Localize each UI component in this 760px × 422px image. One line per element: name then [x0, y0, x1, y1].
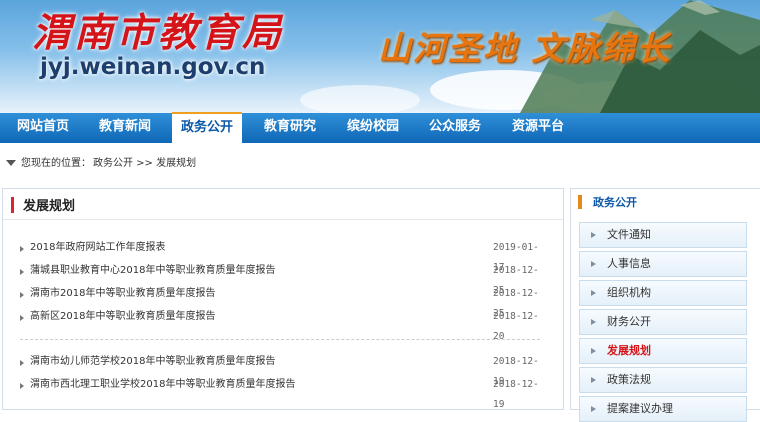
- sidebar-item-label: 文件通知: [607, 228, 651, 241]
- arrow-icon: [591, 348, 596, 354]
- article-title[interactable]: 高新区2018年中等职业教育质量年度报告: [30, 307, 215, 327]
- sidebar-title: 政务公开: [593, 196, 637, 209]
- breadcrumb: 您现在的位置： 政务公开 >> 发展规划: [0, 152, 760, 176]
- site-url: jyj.weinan.gov.cn: [40, 54, 266, 80]
- bullet-icon: [20, 315, 24, 321]
- article-title[interactable]: 2018年政府网站工作年度报表: [30, 238, 165, 258]
- arrow-icon: [591, 261, 596, 267]
- bullet-icon: [20, 383, 24, 389]
- breadcrumb-path[interactable]: 政务公开 >> 发展规划: [93, 152, 196, 176]
- panel-header: 发展规划: [3, 189, 563, 220]
- sidebar-header: 政务公开: [571, 189, 760, 215]
- site-banner: 渭南市教育局 jyj.weinan.gov.cn 山河圣地 文脉绵长: [0, 0, 760, 113]
- article-title[interactable]: 渭南市西北理工职业学校2018年中等职业教育质量年度报告: [30, 375, 295, 395]
- list-item[interactable]: 高新区2018年中等职业教育质量年度报告 2018-12-20: [20, 307, 540, 342]
- title-marker: [11, 197, 14, 213]
- site-slogan: 山河圣地 文脉绵长: [378, 29, 672, 68]
- location-icon: [6, 160, 16, 166]
- sidebar-item-label: 组织机构: [607, 286, 651, 299]
- list-item[interactable]: 蒲城县职业教育中心2018年中等职业教育质量年度报告 2018-12-25: [20, 261, 540, 296]
- sidebar-item-organization[interactable]: 组织机构: [579, 280, 747, 306]
- list-item[interactable]: 渭南市2018年中等职业教育质量年度报告 2018-12-25: [20, 284, 540, 319]
- nav-item-resources[interactable]: 资源平台: [512, 113, 564, 143]
- arrow-icon: [591, 377, 596, 383]
- article-title[interactable]: 渭南市幼儿师范学校2018年中等职业教育质量年度报告: [30, 352, 275, 372]
- article-date: 2018-12-20: [493, 311, 539, 342]
- sidebar-item-notices[interactable]: 文件通知: [579, 222, 747, 248]
- sidebar-item-label: 财务公开: [607, 315, 651, 328]
- list-item[interactable]: 渭南市幼儿师范学校2018年中等职业教育质量年度报告 2018-12-19: [20, 352, 540, 387]
- sidebar: 政务公开 文件通知 人事信息 组织机构 财务公开 发展规划 政策法规 提案建议办…: [570, 188, 760, 422]
- main-nav: 网站首页 教育新闻 政务公开 教育研究 缤纷校园 公众服务 资源平台: [0, 112, 760, 146]
- arrow-icon: [591, 290, 596, 296]
- sidebar-item-development-plan[interactable]: 发展规划: [579, 338, 747, 364]
- breadcrumb-prefix: 您现在的位置：: [21, 158, 91, 169]
- title-marker: [578, 195, 582, 209]
- nav-item-news[interactable]: 教育新闻: [99, 113, 151, 143]
- article-title[interactable]: 蒲城县职业教育中心2018年中等职业教育质量年度报告: [30, 261, 275, 281]
- nav-item-campus[interactable]: 缤纷校园: [347, 113, 399, 143]
- nav-item-public-service[interactable]: 公众服务: [429, 113, 481, 143]
- arrow-icon: [591, 406, 596, 412]
- site-title: 渭南市教育局: [32, 10, 285, 56]
- sidebar-item-label: 人事信息: [607, 257, 651, 270]
- bullet-icon: [20, 246, 24, 252]
- sidebar-item-label: 政策法规: [607, 373, 651, 386]
- sidebar-item-personnel[interactable]: 人事信息: [579, 251, 747, 277]
- article-title[interactable]: 渭南市2018年中等职业教育质量年度报告: [30, 284, 215, 304]
- list-item[interactable]: 2018年政府网站工作年度报表 2019-01-17: [20, 238, 540, 273]
- arrow-icon: [591, 232, 596, 238]
- nav-item-government-affairs[interactable]: 政务公开: [172, 112, 243, 146]
- sidebar-item-label: 提案建议办理: [607, 402, 673, 415]
- list-item[interactable]: 渭南市西北理工职业学校2018年中等职业教育质量年度报告 2018-12-19: [20, 375, 540, 410]
- page-title: 发展规划: [23, 199, 76, 214]
- divider: [20, 339, 540, 340]
- sidebar-item-policy[interactable]: 政策法规: [579, 367, 747, 393]
- arrow-icon: [591, 319, 596, 325]
- bullet-icon: [20, 269, 24, 275]
- nav-item-home[interactable]: 网站首页: [17, 113, 69, 143]
- nav-item-research[interactable]: 教育研究: [264, 113, 316, 143]
- bullet-icon: [20, 292, 24, 298]
- sidebar-item-finance[interactable]: 财务公开: [579, 309, 747, 335]
- sidebar-item-proposals[interactable]: 提案建议办理: [579, 396, 747, 422]
- sidebar-item-label: 发展规划: [607, 344, 651, 357]
- bullet-icon: [20, 360, 24, 366]
- article-date: 2018-12-19: [493, 379, 539, 410]
